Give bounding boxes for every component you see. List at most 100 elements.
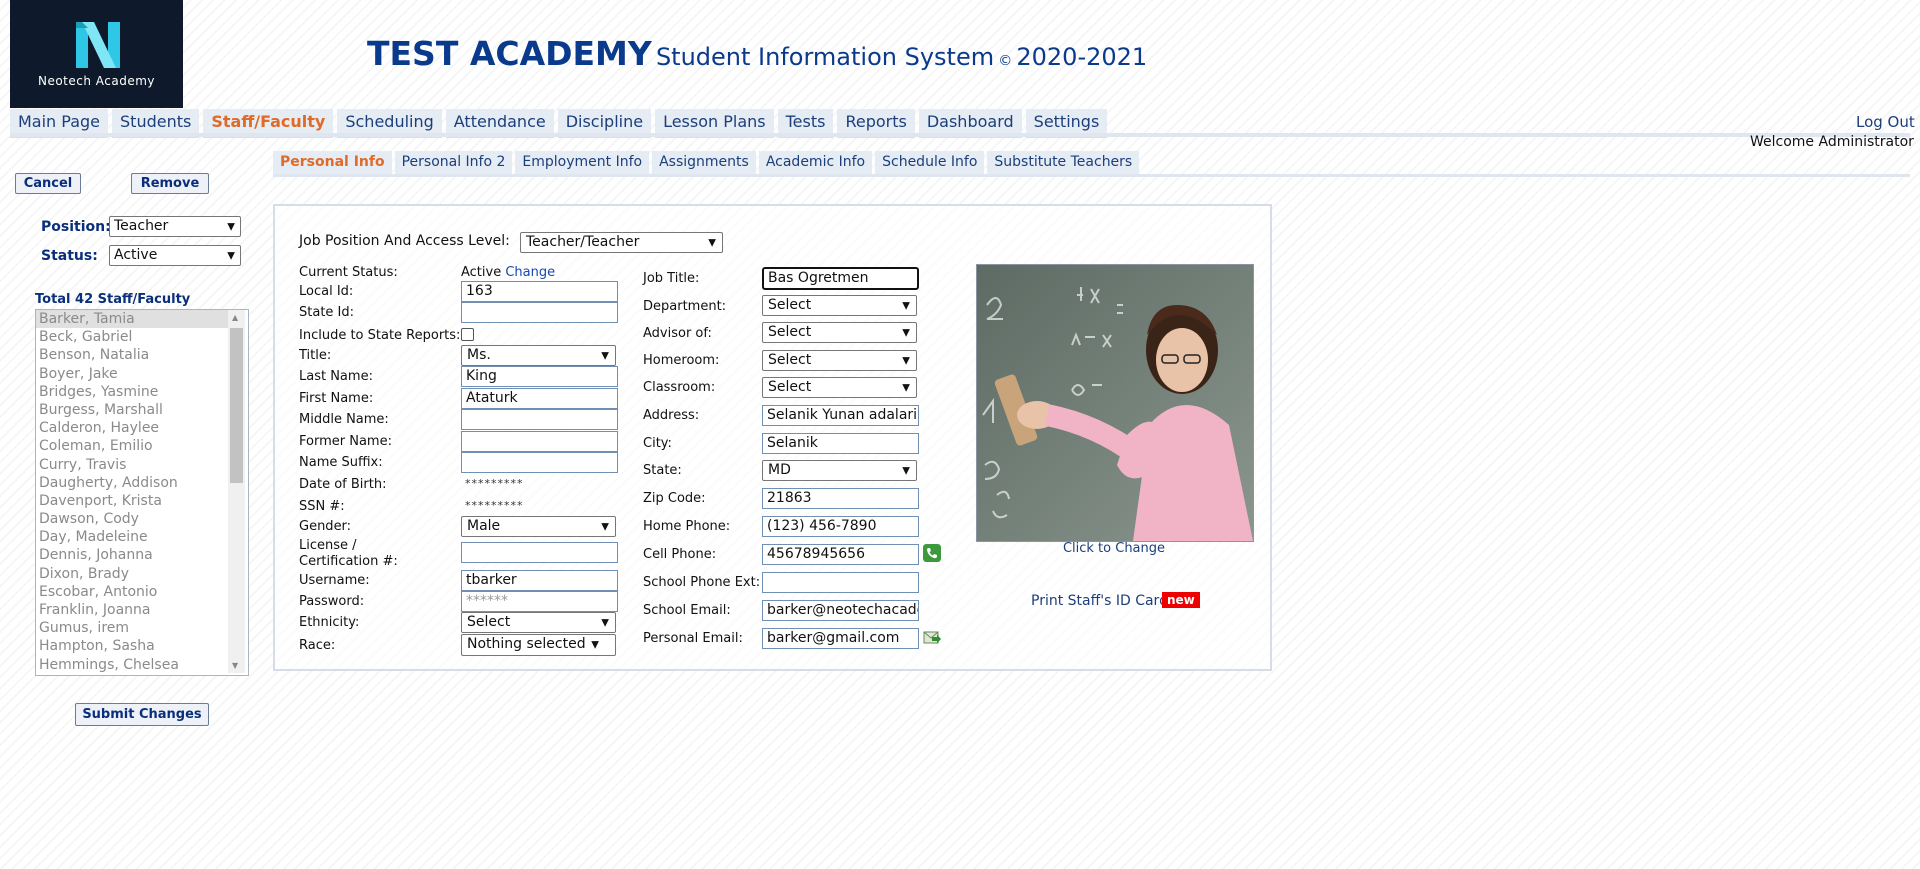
job-position-select[interactable]: Teacher/Teacher ▼ [520,232,723,253]
local-id-input[interactable]: 163 [461,281,618,302]
staff-list-item[interactable]: Daugherty, Addison [36,474,229,492]
staff-list[interactable]: Barker, Tamia Beck, Gabriel Benson, Nata… [35,309,249,676]
job-title-input[interactable]: Bas Ogretmen [762,267,919,290]
copyright-symbol: © [998,53,1013,69]
chevron-down-icon: ▼ [601,521,609,532]
position-select[interactable]: Teacher ▼ [109,216,241,237]
advisor-value: Select [768,324,812,340]
current-status-text: Active [461,265,502,280]
password-input[interactable]: ****** [461,591,618,612]
chevron-down-icon: ▼ [601,617,609,628]
first-name-label: First Name: [299,391,374,406]
address-input[interactable]: Selanik Yunan adalari [762,405,919,426]
staff-list-item[interactable]: Hemmings, Chelsea [36,656,229,674]
gender-select[interactable]: Male ▼ [461,516,616,537]
staff-list-item[interactable]: Burgess, Marshall [36,401,229,419]
change-status-link[interactable]: Change [505,265,555,280]
state-select[interactable]: MD ▼ [762,460,917,481]
submit-changes-button[interactable]: Submit Changes [75,703,209,726]
print-id-card-link[interactable]: Print Staff's ID Card [1031,593,1168,609]
staff-list-item[interactable]: Franklin, Joanna [36,601,229,619]
former-name-input[interactable] [461,431,618,452]
staff-list-item[interactable]: Benson, Natalia [36,346,229,364]
license-label-line2: Certification #: [299,554,398,569]
cancel-button[interactable]: Cancel [15,173,81,194]
advisor-select[interactable]: Select ▼ [762,322,917,343]
logout-link[interactable]: Log Out [1856,113,1915,131]
welcome-text: Welcome Administrator [1750,134,1914,150]
first-name-input[interactable]: Ataturk [461,388,618,409]
status-select[interactable]: Active ▼ [109,245,241,266]
city-input[interactable]: Selanik [762,433,919,454]
home-phone-input[interactable]: (123) 456-7890 [762,516,919,537]
personal-email-label: Personal Email: [643,631,743,646]
staff-list-item[interactable]: Coleman, Emilio [36,437,229,455]
race-label: Race: [299,638,336,653]
staff-list-item[interactable]: Escobar, Antonio [36,583,229,601]
zip-input[interactable]: 21863 [762,488,919,509]
staff-photo[interactable] [976,264,1254,542]
phone-icon[interactable] [923,544,941,562]
license-input[interactable] [461,542,618,563]
photo-change-link[interactable]: Click to Change [976,541,1252,556]
scroll-thumb[interactable] [230,328,243,483]
staff-list-item[interactable]: Dawson, Cody [36,510,229,528]
staff-list-item[interactable]: Calderon, Haylee [36,419,229,437]
status-value: Active [114,247,158,263]
staff-list-item[interactable]: Curry, Travis [36,456,229,474]
staff-list-item[interactable]: Beck, Gabriel [36,328,229,346]
ethnicity-value: Select [467,614,511,630]
last-name-input[interactable]: King [461,366,618,387]
staff-list-item[interactable]: Day, Madeleine [36,528,229,546]
staff-list-item[interactable]: Bridges, Yasmine [36,383,229,401]
school-email-input[interactable]: barker@neotechacademy [762,600,919,621]
staff-list-scrollbar[interactable]: ▲ ▼ [228,310,245,673]
scroll-up-icon[interactable]: ▲ [232,313,238,322]
school-phone-input[interactable] [762,572,919,593]
chevron-down-icon: ▼ [601,350,609,361]
middle-name-input[interactable] [461,409,618,430]
department-select[interactable]: Select ▼ [762,295,917,316]
state-id-input[interactable] [461,302,618,323]
chevron-down-icon: ▼ [708,237,716,248]
race-multiselect[interactable]: Nothing selected ▼ [461,634,616,656]
middle-name-label: Middle Name: [299,412,389,427]
staff-list-item[interactable]: Dennis, Johanna [36,546,229,564]
neotech-logo-icon [76,22,120,68]
staff-list-item[interactable]: Boyer, Jake [36,365,229,383]
staff-list-item[interactable]: Barker, Tamia [36,310,229,329]
send-email-icon[interactable] [923,629,941,647]
classroom-value: Select [768,379,812,395]
city-label: City: [643,436,672,451]
classroom-select[interactable]: Select ▼ [762,377,917,398]
staff-list-item[interactable]: Hampton, Sasha [36,637,229,655]
staff-list-item[interactable]: Davenport, Krista [36,492,229,510]
title-select[interactable]: Ms. ▼ [461,345,616,366]
homeroom-value: Select [768,352,812,368]
username-input[interactable]: tbarker [461,570,618,591]
logo-text: Neotech Academy [37,74,156,88]
address-label: Address: [643,408,700,423]
page-title: TEST ACADEMY Student Information System … [367,34,1147,73]
staff-list-item[interactable]: Dixon, Brady [36,565,229,583]
password-label: Password: [299,594,365,609]
gender-value: Male [467,518,501,534]
ethnicity-select[interactable]: Select ▼ [461,612,616,633]
gender-label: Gender: [299,519,352,534]
advisor-label: Advisor of: [643,326,712,341]
scroll-down-icon[interactable]: ▼ [232,661,238,670]
name-suffix-input[interactable] [461,452,618,473]
license-label-line1: License / [299,538,357,553]
job-position-value: Teacher/Teacher [526,234,640,250]
caret-down-icon: ▼ [591,639,599,651]
race-value: Nothing selected [467,636,586,652]
current-status-label: Current Status: [299,265,398,280]
cell-phone-input[interactable]: 45678945656 [762,544,919,565]
homeroom-select[interactable]: Select ▼ [762,350,917,371]
current-status-value: Active Change [461,265,555,280]
new-badge: new [1162,592,1200,608]
include-state-checkbox[interactable] [461,328,474,341]
personal-email-input[interactable]: barker@gmail.com [762,628,919,649]
staff-list-item[interactable]: Gumus, irem [36,619,229,637]
remove-button[interactable]: Remove [131,173,209,194]
